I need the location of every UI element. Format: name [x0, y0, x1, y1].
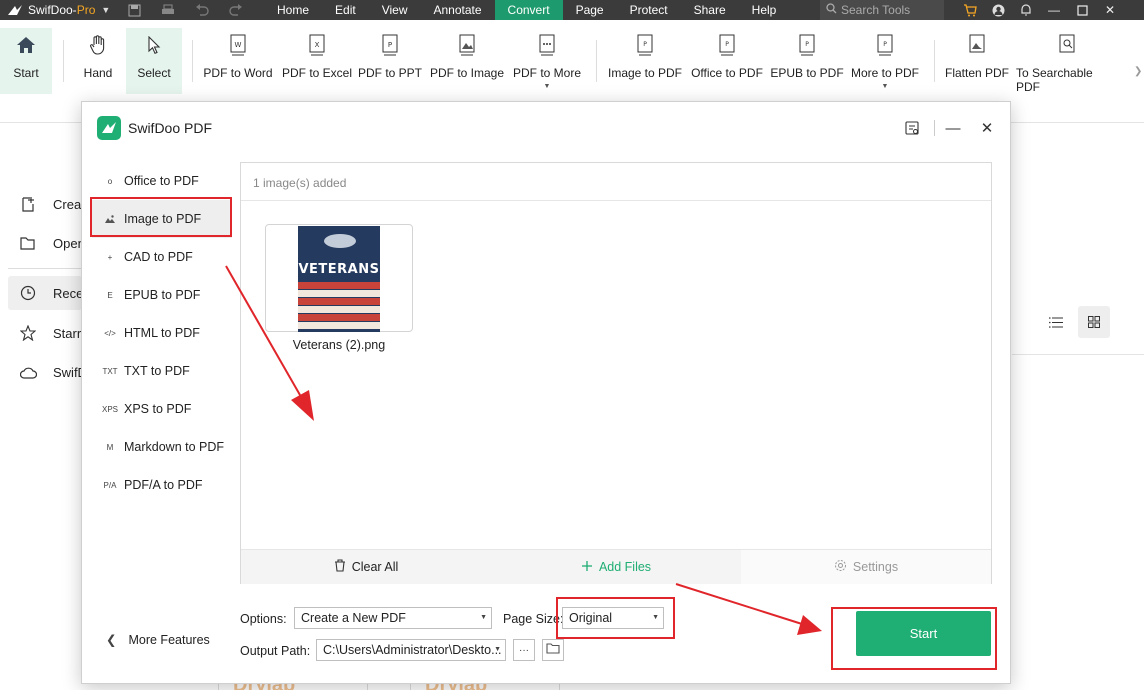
- annotation-arrows: [225, 265, 822, 635]
- annotation-arrow-line: [675, 583, 803, 625]
- annotation-arrow-head: [797, 615, 822, 635]
- annotation-arrow-line: [225, 265, 305, 403]
- annotation-arrow-head: [291, 390, 314, 421]
- app-window: SwifDoo-Pro ▼ Home Edit View Annotate Co…: [0, 0, 1144, 690]
